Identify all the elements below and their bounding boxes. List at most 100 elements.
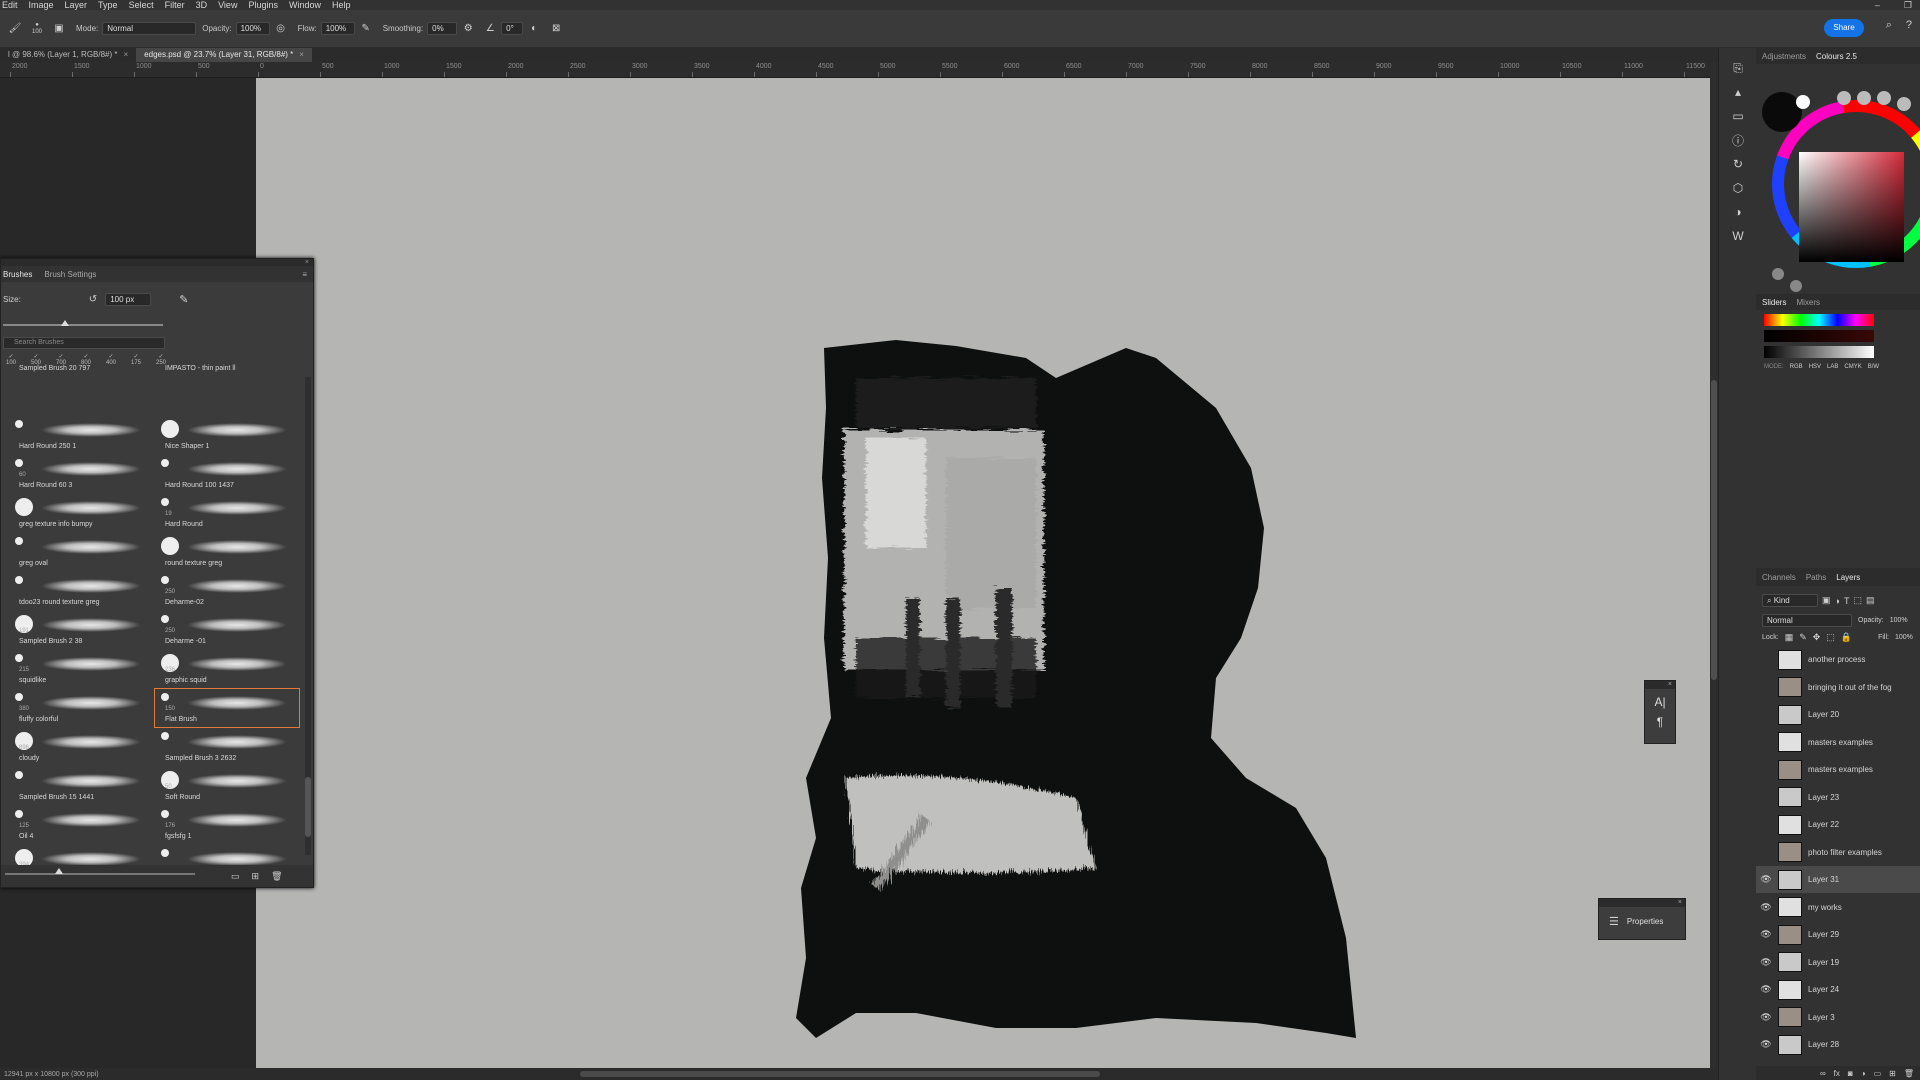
size-slider[interactable] xyxy=(3,324,163,326)
new-brush-icon[interactable]: ⊞ xyxy=(252,871,260,882)
menu-item[interactable]: Filter xyxy=(165,0,185,10)
play-icon[interactable] xyxy=(1790,280,1802,292)
tab-layers[interactable]: Layers xyxy=(1836,573,1860,582)
lock-pixels-icon[interactable]: ▦ xyxy=(1785,632,1794,643)
layer-row[interactable]: photo filter examples xyxy=(1756,839,1920,866)
brush-preset[interactable]: 380 fluffy colorful xyxy=(9,689,153,727)
menu-item[interactable]: Help xyxy=(332,0,351,10)
panel-menu-icon[interactable]: ≡ xyxy=(302,270,307,279)
tab-channels[interactable]: Channels xyxy=(1762,573,1796,582)
comments-icon[interactable]: ▭ xyxy=(1719,104,1757,128)
color-mode-tab[interactable]: B/W xyxy=(1868,364,1879,370)
properties-button[interactable]: ☰ Properties xyxy=(1599,907,1685,936)
menu-item[interactable]: Select xyxy=(129,0,154,10)
filter-smart-icon[interactable]: ▤ xyxy=(1866,595,1875,606)
brush-preset[interactable]: Hard Round 100 1437 xyxy=(155,455,299,493)
layer-row[interactable]: 👁 Layer 28 xyxy=(1756,1031,1920,1058)
brush-preset[interactable]: 191 Sampled Brush 2 38 xyxy=(9,611,153,649)
preview-size-slider[interactable] xyxy=(5,873,195,875)
fx-icon[interactable]: fx xyxy=(1834,1069,1840,1078)
saturation-slider[interactable] xyxy=(1764,330,1874,342)
close-icon[interactable]: × xyxy=(124,50,129,59)
adjustment-layer-icon[interactable]: ◑ xyxy=(1861,1069,1866,1078)
search-icon[interactable]: ⌕ xyxy=(1886,19,1892,32)
visibility-eye-icon[interactable]: 👁 xyxy=(1756,902,1776,913)
menu-item[interactable]: View xyxy=(218,0,237,10)
reset-size-icon[interactable]: ↺ xyxy=(89,294,97,305)
restore-button[interactable]: ❐ xyxy=(1904,0,1912,10)
visibility-eye-icon[interactable]: 👁 xyxy=(1756,1039,1776,1050)
scroll-thumb[interactable] xyxy=(305,777,311,837)
layer-row[interactable]: another process xyxy=(1756,646,1920,673)
horizontal-scroll-thumb[interactable] xyxy=(580,1071,1100,1077)
brush-preset[interactable]: 19 Hard Round xyxy=(155,494,299,532)
color-mode-tab[interactable]: RGB xyxy=(1790,364,1803,370)
trash-icon[interactable]: 🗑 xyxy=(1904,1069,1914,1078)
visibility-eye-icon[interactable]: 👁 xyxy=(1756,984,1776,995)
search-brushes-input[interactable]: Search Brushes xyxy=(3,337,165,349)
brush-panel-icon[interactable]: ▴ xyxy=(1719,80,1757,104)
close-icon[interactable]: × xyxy=(1678,899,1682,906)
filter-pixel-icon[interactable]: ▣ xyxy=(1822,595,1831,606)
layer-row[interactable]: masters examples xyxy=(1756,729,1920,756)
menu-item[interactable]: Window xyxy=(289,0,321,10)
kind-filter-select[interactable]: ⌕ Kind xyxy=(1762,594,1818,607)
brush-preset[interactable]: IMPASTO - thin paint ll xyxy=(155,363,299,377)
visibility-eye-icon[interactable]: 👁 xyxy=(1756,929,1776,940)
layer-row[interactable]: 👁 Layer 29 xyxy=(1756,921,1920,948)
color-preset-icon[interactable] xyxy=(1837,91,1851,105)
brush-tool-icon[interactable]: 🖌 xyxy=(8,22,22,36)
color-wheel[interactable] xyxy=(1756,64,1920,294)
color-preset-icon[interactable] xyxy=(1857,91,1871,105)
new-layer-icon[interactable]: ⊞ xyxy=(1889,1069,1896,1078)
tab-document-1[interactable]: l @ 98.6% (Layer 1, RGB/8#) * × xyxy=(0,48,137,62)
tab-brushes[interactable]: Brushes xyxy=(3,270,32,279)
layer-row[interactable]: 👁 Layer 31 xyxy=(1756,866,1920,893)
layer-row[interactable]: Layer 23 xyxy=(1756,784,1920,811)
brush-settings-toggle-icon[interactable]: ▣ xyxy=(52,22,66,36)
canvas[interactable] xyxy=(256,78,1710,1068)
angle-input[interactable]: 0° xyxy=(501,22,524,35)
brush-preset[interactable]: 236 graphic squid xyxy=(155,650,299,688)
filter-type-icon[interactable]: T xyxy=(1844,596,1850,606)
brush-preset-picker[interactable]: ● 100 xyxy=(30,22,44,36)
tab-colours[interactable]: Colours 2.5 xyxy=(1816,52,1857,61)
layer-row[interactable]: bringing it out of the fog xyxy=(1756,674,1920,701)
smoothing-input[interactable]: 0% xyxy=(427,22,458,35)
tab-brush-settings[interactable]: Brush Settings xyxy=(44,270,96,279)
layer-row[interactable]: Layer 20 xyxy=(1756,701,1920,728)
hue-slider[interactable] xyxy=(1764,314,1874,326)
visibility-eye-icon[interactable]: 👁 xyxy=(1756,957,1776,968)
layer-row[interactable]: Layer 22 xyxy=(1756,811,1920,838)
share-button[interactable]: Share xyxy=(1824,19,1864,37)
brush-preset[interactable]: 215 squidlike xyxy=(9,650,153,688)
brush-preset[interactable]: Nice Shaper 1 xyxy=(155,416,299,454)
tab-adjustments[interactable]: Adjustments xyxy=(1762,52,1806,61)
airbrush-icon[interactable]: ✎ xyxy=(359,22,373,36)
brush-preset[interactable]: 896 cloudy xyxy=(9,728,153,766)
menu-item[interactable]: Plugins xyxy=(248,0,278,10)
fill-value[interactable]: 100% xyxy=(1895,634,1913,641)
styles-icon[interactable]: ◑ xyxy=(1719,200,1757,224)
tab-paths[interactable]: Paths xyxy=(1806,573,1826,582)
size-slider-handle[interactable] xyxy=(61,320,69,326)
menu-item[interactable]: Edit xyxy=(2,0,18,10)
edit-brush-icon[interactable]: ✎ xyxy=(179,293,188,306)
menu-item[interactable]: Image xyxy=(29,0,54,10)
color-mode-tab[interactable]: LAB xyxy=(1827,364,1838,370)
size-input[interactable]: 100 px xyxy=(105,293,152,306)
flow-input[interactable]: 100% xyxy=(320,22,355,35)
opacity-value[interactable]: 100% xyxy=(1890,617,1908,624)
brush-preset[interactable]: greg texture info bumpy xyxy=(9,494,153,532)
actions-icon[interactable]: ↻ xyxy=(1719,152,1757,176)
color-mode-tab[interactable]: HSV xyxy=(1809,364,1821,370)
smoothing-settings-gear-icon[interactable]: ⚙ xyxy=(461,22,475,36)
trash-icon[interactable]: 🗑 xyxy=(271,871,282,882)
close-icon[interactable]: × xyxy=(1668,681,1672,688)
opacity-input[interactable]: 100% xyxy=(235,22,270,35)
group-icon[interactable]: ▭ xyxy=(1874,1069,1882,1078)
pressure-size-icon[interactable]: ◐ xyxy=(527,22,541,36)
brush-preset[interactable]: 60 Hard Round 60 3 xyxy=(9,455,153,493)
tab-document-edges[interactable]: edges.psd @ 23.7% (Layer 31, RGB/8#) * × xyxy=(136,48,312,62)
filter-adjust-icon[interactable]: ◑ xyxy=(1835,596,1840,606)
